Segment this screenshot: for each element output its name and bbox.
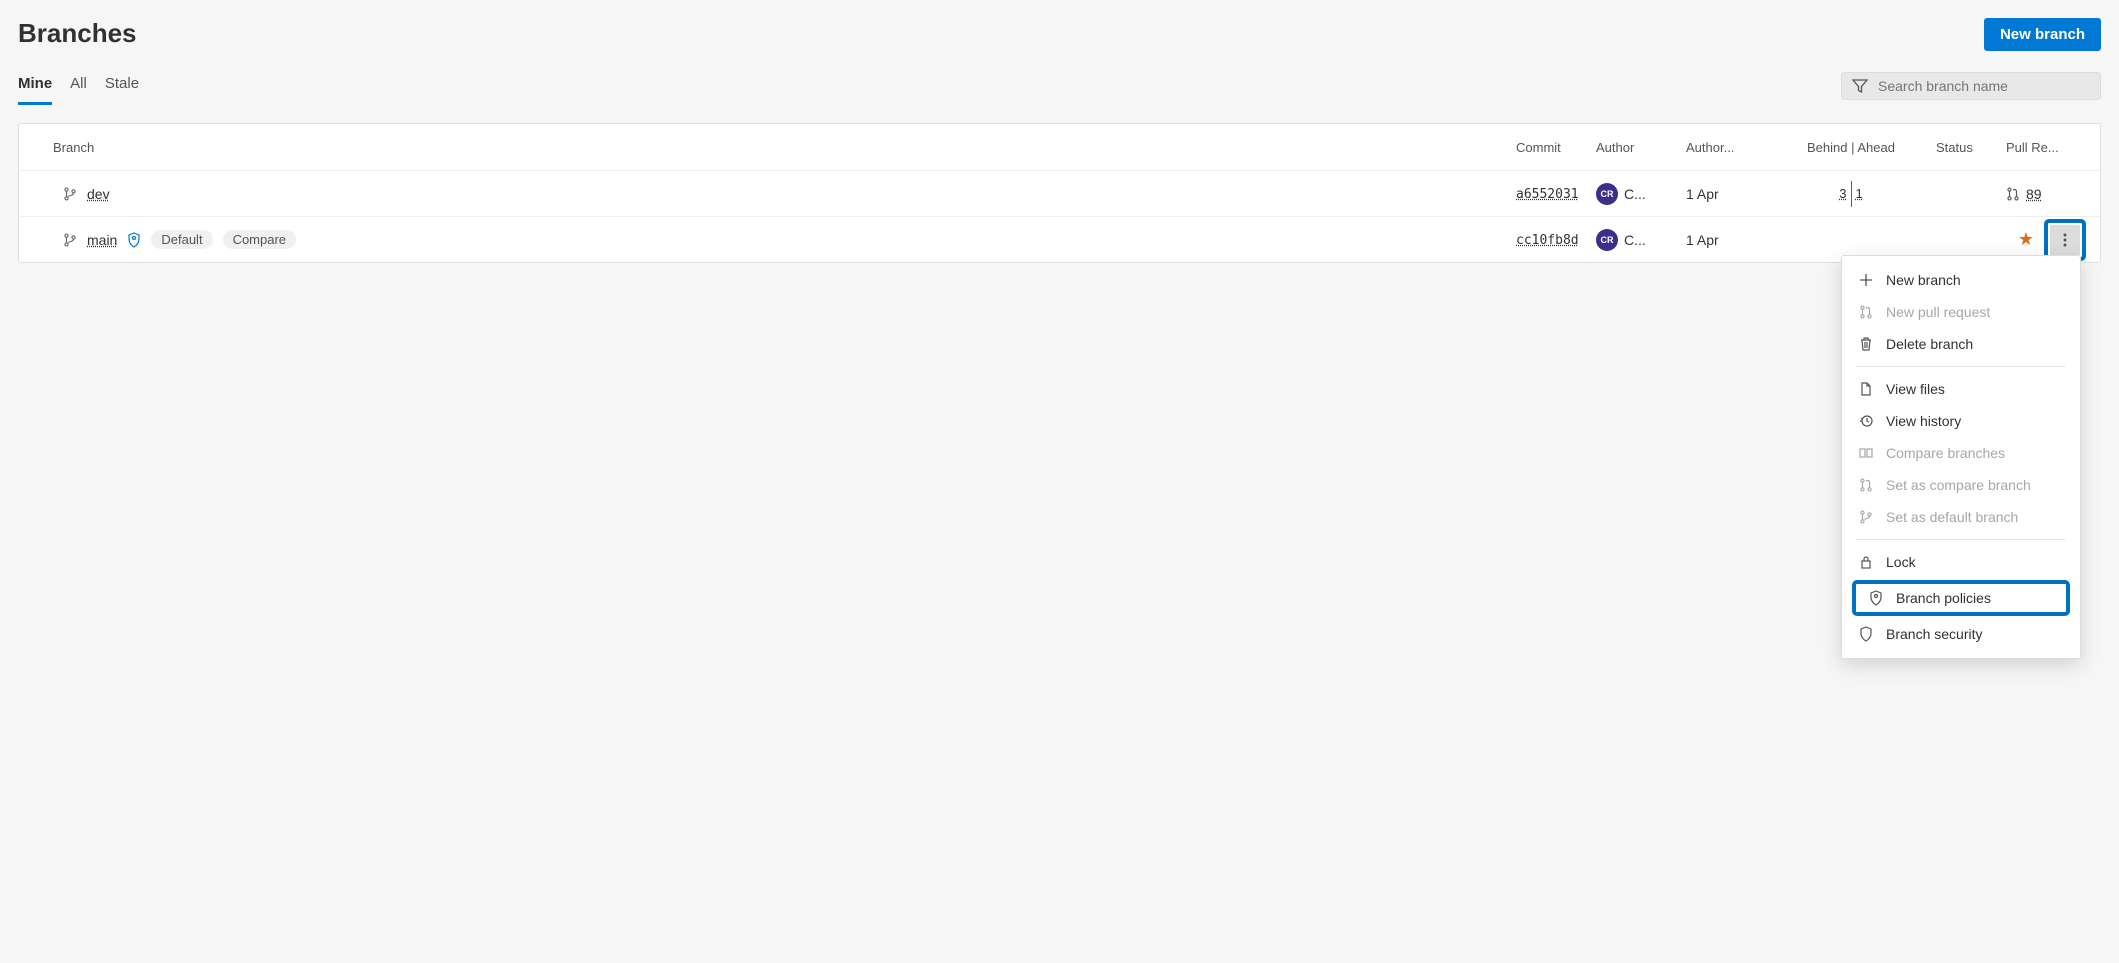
- tag-compare: Compare: [223, 230, 296, 249]
- author-date: 1 Apr: [1686, 232, 1766, 248]
- more-actions-button[interactable]: [2050, 225, 2080, 255]
- filter-icon: [1852, 78, 1868, 94]
- col-author-date: Author...: [1686, 140, 1766, 155]
- menu-new-branch[interactable]: New branch: [1842, 264, 2080, 296]
- commit-link[interactable]: cc10fb8d: [1516, 233, 1579, 248]
- compare-branch-icon: [1858, 477, 1874, 493]
- col-author: Author: [1596, 140, 1686, 155]
- branch-icon: [1858, 509, 1874, 525]
- branch-icon: [63, 233, 77, 247]
- behind-ahead-separator: [1851, 181, 1852, 207]
- menu-label: New branch: [1886, 272, 1961, 288]
- col-pull-request: Pull Re...: [2006, 140, 2086, 155]
- menu-view-history[interactable]: View history: [1842, 405, 2080, 437]
- menu-lock[interactable]: Lock: [1842, 546, 2080, 578]
- commit-link[interactable]: a6552031: [1516, 187, 1579, 202]
- tab-all[interactable]: All: [70, 67, 87, 105]
- menu-set-default-branch: Set as default branch: [1842, 501, 2080, 533]
- avatar: CR: [1596, 229, 1618, 251]
- author-name: C...: [1624, 186, 1646, 202]
- trash-icon: [1858, 336, 1874, 352]
- branch-icon: [63, 187, 77, 201]
- menu-label: New pull request: [1886, 304, 1990, 320]
- favorite-star-icon[interactable]: ★: [2018, 229, 2034, 250]
- more-vertical-icon: [2063, 232, 2067, 248]
- menu-separator: [1856, 366, 2066, 367]
- menu-label: View history: [1886, 413, 1961, 429]
- history-icon: [1858, 413, 1874, 429]
- menu-delete-branch[interactable]: Delete branch: [1842, 328, 2080, 360]
- file-icon: [1858, 381, 1874, 397]
- pull-request-icon: [1858, 304, 1874, 320]
- ahead-count[interactable]: 1: [1856, 186, 1863, 201]
- menu-set-compare-branch: Set as compare branch: [1842, 469, 2080, 501]
- branches-page: Branches New branch Mine All Stale Branc…: [0, 0, 2119, 263]
- tab-stale[interactable]: Stale: [105, 67, 139, 105]
- col-behind-ahead: Behind | Ahead: [1766, 140, 1936, 155]
- lock-icon: [1858, 554, 1874, 570]
- page-header: Branches New branch: [18, 18, 2101, 59]
- table-row[interactable]: dev a6552031 CR C... 1 Apr 3 1 89: [19, 170, 2100, 216]
- branches-table: Branch Commit Author Author... Behind | …: [18, 123, 2101, 263]
- table-header: Branch Commit Author Author... Behind | …: [19, 124, 2100, 170]
- menu-label: Branch policies: [1896, 590, 1991, 606]
- author-date: 1 Apr: [1686, 186, 1766, 202]
- menu-new-pull-request: New pull request: [1842, 296, 2080, 328]
- col-status: Status: [1936, 140, 2006, 155]
- menu-label: Set as default branch: [1886, 509, 2018, 525]
- menu-label: View files: [1886, 381, 1945, 397]
- tab-mine[interactable]: Mine: [18, 67, 52, 105]
- menu-compare-branches: Compare branches: [1842, 437, 2080, 469]
- tag-default: Default: [151, 230, 212, 249]
- pull-request-link[interactable]: 89: [2026, 186, 2042, 202]
- behind-count[interactable]: 3: [1839, 186, 1846, 201]
- menu-label: Lock: [1886, 554, 1916, 570]
- menu-branch-security[interactable]: Branch security: [1842, 618, 2080, 650]
- col-commit: Commit: [1516, 140, 1596, 155]
- branch-context-menu: New branch New pull request Delete branc…: [1841, 255, 2081, 659]
- menu-view-files[interactable]: View files: [1842, 373, 2080, 405]
- menu-label: Compare branches: [1886, 445, 2005, 461]
- plus-icon: [1858, 272, 1874, 288]
- search-box[interactable]: [1841, 72, 2101, 100]
- toolbar: Mine All Stale: [18, 67, 2101, 105]
- shield-icon: [1858, 626, 1874, 642]
- menu-label: Set as compare branch: [1886, 477, 2031, 493]
- col-branch: Branch: [33, 140, 1516, 155]
- compare-icon: [1858, 445, 1874, 461]
- branch-name-link[interactable]: main: [87, 232, 117, 248]
- policy-badge-icon: [127, 232, 141, 248]
- menu-branch-policies[interactable]: Branch policies: [1860, 586, 2062, 610]
- new-branch-button[interactable]: New branch: [1984, 18, 2101, 51]
- menu-label: Delete branch: [1886, 336, 1973, 352]
- highlight-branch-policies: Branch policies: [1852, 580, 2070, 616]
- tabs: Mine All Stale: [18, 67, 139, 105]
- table-row[interactable]: main Default Compare cc10fb8d CR C... 1 …: [19, 216, 2100, 262]
- search-input[interactable]: [1876, 77, 2090, 95]
- menu-label: Branch security: [1886, 626, 1982, 642]
- branch-name-link[interactable]: dev: [87, 186, 110, 202]
- pull-request-icon: [2006, 187, 2020, 201]
- behind-ahead: 3 1: [1839, 181, 1862, 207]
- page-title: Branches: [18, 18, 137, 49]
- policy-icon: [1868, 590, 1884, 606]
- author-name: C...: [1624, 232, 1646, 248]
- avatar: CR: [1596, 183, 1618, 205]
- menu-separator: [1856, 539, 2066, 540]
